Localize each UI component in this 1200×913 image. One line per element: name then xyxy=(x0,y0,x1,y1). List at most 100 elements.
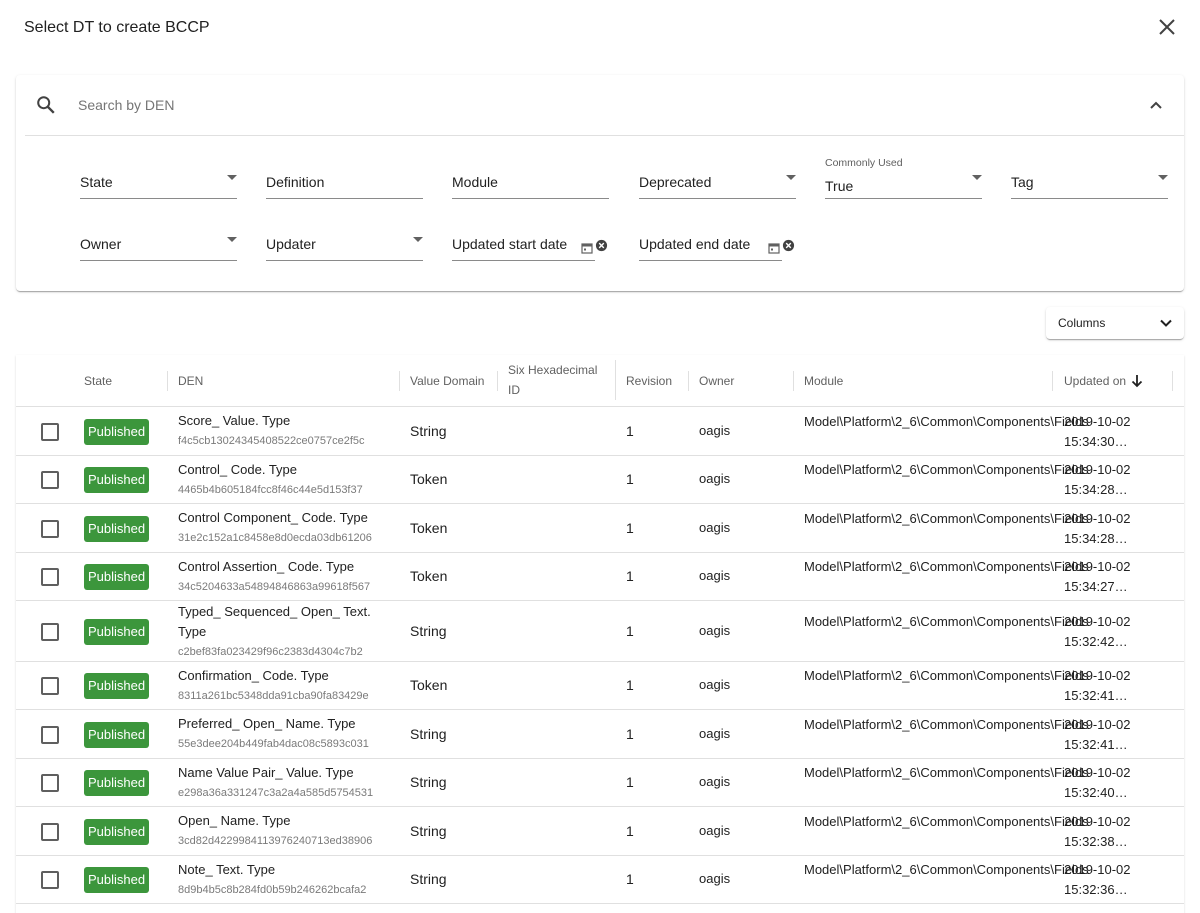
den-id: 34c5204633a54894846863a99618f567 xyxy=(178,581,371,593)
table-row[interactable]: Published Note_ Text. Type 8d9b4b5c8b284fd… xyxy=(16,856,1184,904)
den-id: 8d9b4b5c8b284fd0b59b246262bcafa2 xyxy=(178,884,367,896)
status-badge: Published xyxy=(84,619,149,645)
row-checkbox[interactable] xyxy=(41,471,59,489)
commonly-used-label: Commonly Used xyxy=(825,157,903,169)
header-updated-on[interactable]: Updated on xyxy=(1064,371,1126,391)
den-cell[interactable]: Control Assertion_ Code. Type 34c5204633a… xyxy=(178,557,398,597)
column-separator[interactable] xyxy=(167,371,168,391)
value-domain-cell: String xyxy=(410,823,447,839)
den-cell[interactable]: Note_ Text. Type 8d9b4b5c8b284fd0b59b2462… xyxy=(178,860,398,900)
dropdown-arrow-icon xyxy=(972,175,982,180)
column-separator[interactable] xyxy=(1052,371,1053,391)
value-domain-cell: Token xyxy=(410,568,448,584)
table-row[interactable]: Published Control_ Code. Type 4465b4b60518… xyxy=(16,456,1184,504)
row-checkbox[interactable] xyxy=(41,774,59,792)
column-separator[interactable] xyxy=(688,371,689,391)
state-select[interactable]: State xyxy=(80,171,237,199)
table-row[interactable]: Published Control Assertion_ Code. Type 34… xyxy=(16,553,1184,601)
header-state[interactable]: State xyxy=(84,371,112,391)
clear-end-date-icon[interactable] xyxy=(782,239,795,252)
deprecated-select[interactable]: Deprecated xyxy=(639,171,796,199)
header-value-domain[interactable]: Value Domain xyxy=(410,371,484,391)
revision-cell: 1 xyxy=(626,423,634,439)
den-cell[interactable]: Name Value Pair_ Value. Type e298a36a3312… xyxy=(178,763,398,803)
close-button[interactable] xyxy=(1155,15,1179,39)
row-checkbox[interactable] xyxy=(41,726,59,744)
panel-divider xyxy=(25,135,1184,136)
den-cell[interactable]: Score_ Value. Type f4c5cb13024345408522ce… xyxy=(178,411,398,451)
table-row[interactable]: Published Score_ Value. Type f4c5cb1302434… xyxy=(16,407,1184,456)
value-domain-cell: String xyxy=(410,774,447,790)
den-cell[interactable]: Open_ Name. Type 3cd82d422998411397624071… xyxy=(178,811,398,851)
owner-cell: oagis xyxy=(699,871,731,886)
column-separator[interactable] xyxy=(497,371,498,391)
den-cell[interactable]: Confirmation_ Code. Type 8311a261bc5348dd… xyxy=(178,666,398,706)
header-owner[interactable]: Owner xyxy=(699,371,734,391)
den-name: Control Component_ Code. Type xyxy=(178,510,368,525)
revision-cell: 1 xyxy=(626,623,634,639)
module-cell: Model\Platform\2_6\Common\Components\Fie… xyxy=(804,765,1089,780)
den-id: 8311a261bc5348dda91cba90fa83429e xyxy=(178,690,369,702)
dropdown-arrow-icon xyxy=(1158,175,1168,180)
table-row[interactable]: Published Name Value Pair_ Value. Type e29… xyxy=(16,759,1184,807)
row-checkbox[interactable] xyxy=(41,520,59,538)
owner-cell: oagis xyxy=(699,471,731,486)
status-badge: Published xyxy=(84,673,149,699)
header-module[interactable]: Module xyxy=(804,371,843,391)
owner-select[interactable]: Owner xyxy=(80,233,237,261)
den-name: Preferred_ Open_ Name. Type xyxy=(178,716,356,731)
commonly-used-select[interactable]: Commonly Used True xyxy=(825,157,982,199)
row-checkbox[interactable] xyxy=(41,677,59,695)
tag-select[interactable]: Tag xyxy=(1011,171,1168,199)
table-row[interactable]: Published Open_ Name. Type 3cd82d422998411… xyxy=(16,807,1184,856)
column-separator[interactable] xyxy=(1172,371,1173,391)
header-revision[interactable]: Revision xyxy=(626,371,672,391)
header-den[interactable]: DEN xyxy=(178,371,203,391)
revision-cell: 1 xyxy=(626,823,634,839)
den-cell[interactable]: Preferred_ Open_ Name. Type 55e3dee204b44… xyxy=(178,714,398,754)
owner-cell: oagis xyxy=(699,623,731,638)
table-header: State DEN Value Domain Six Hexadecimal I… xyxy=(16,355,1184,407)
columns-button[interactable]: Columns xyxy=(1046,307,1184,339)
column-separator[interactable] xyxy=(399,371,400,391)
column-separator[interactable] xyxy=(793,371,794,391)
module-cell: Model\Platform\2_6\Common\Components\Fie… xyxy=(804,814,1089,829)
calendar-icon[interactable] xyxy=(768,242,780,254)
den-name: Control Assertion_ Code. Type xyxy=(178,559,355,574)
den-cell[interactable]: Control_ Code. Type 4465b4b605184fcc8f46c… xyxy=(178,460,398,500)
module-cell: Model\Platform\2_6\Common\Components\Fie… xyxy=(804,717,1089,732)
deprecated-select-label: Deprecated xyxy=(639,174,712,190)
table-row[interactable]: Published Confirmation_ Code. Type 8311a26… xyxy=(16,662,1184,710)
row-checkbox[interactable] xyxy=(41,823,59,841)
den-name: Open_ Name. Type xyxy=(178,813,291,828)
module-field[interactable]: Module xyxy=(452,171,609,199)
table-row[interactable]: Published Typed_ Sequenced_ Open_ Text. T… xyxy=(16,601,1184,662)
den-cell[interactable]: Typed_ Sequenced_ Open_ Text. Type c2bef8… xyxy=(178,602,398,662)
owner-cell: oagis xyxy=(699,823,731,838)
row-checkbox[interactable] xyxy=(41,568,59,586)
row-checkbox[interactable] xyxy=(41,871,59,889)
updated-start-date-label: Updated start date xyxy=(452,236,568,252)
table-row[interactable]: Published Control Component_ Code. Type 31… xyxy=(16,504,1184,553)
updated-end-date-field[interactable]: Updated end date xyxy=(639,233,782,261)
results-table: State DEN Value Domain Six Hexadecimal I… xyxy=(16,355,1184,913)
calendar-icon[interactable] xyxy=(581,242,593,254)
chevron-up-icon[interactable] xyxy=(1144,93,1168,117)
status-badge: Published xyxy=(84,516,149,542)
status-badge: Published xyxy=(84,867,149,893)
den-cell[interactable]: Control Component_ Code. Type 31e2c152a1c… xyxy=(178,508,398,548)
sort-descending-icon[interactable] xyxy=(1130,374,1144,388)
updated-start-date-field[interactable]: Updated start date xyxy=(452,233,595,261)
header-six-hex-id[interactable]: Six Hexadecimal ID xyxy=(508,360,608,400)
table-body: Published Score_ Value. Type f4c5cb1302434… xyxy=(16,407,1184,904)
module-cell: Model\Platform\2_6\Common\Components\Fie… xyxy=(804,668,1089,683)
column-separator[interactable] xyxy=(615,360,616,400)
table-row[interactable]: Published Preferred_ Open_ Name. Type 55e3… xyxy=(16,710,1184,759)
clear-start-date-icon[interactable] xyxy=(595,239,608,252)
row-checkbox[interactable] xyxy=(41,623,59,641)
definition-field[interactable]: Definition xyxy=(266,171,423,199)
search-input[interactable] xyxy=(78,93,678,117)
den-name: Name Value Pair_ Value. Type xyxy=(178,765,354,780)
row-checkbox[interactable] xyxy=(41,423,59,441)
updater-select[interactable]: Updater xyxy=(266,233,423,261)
